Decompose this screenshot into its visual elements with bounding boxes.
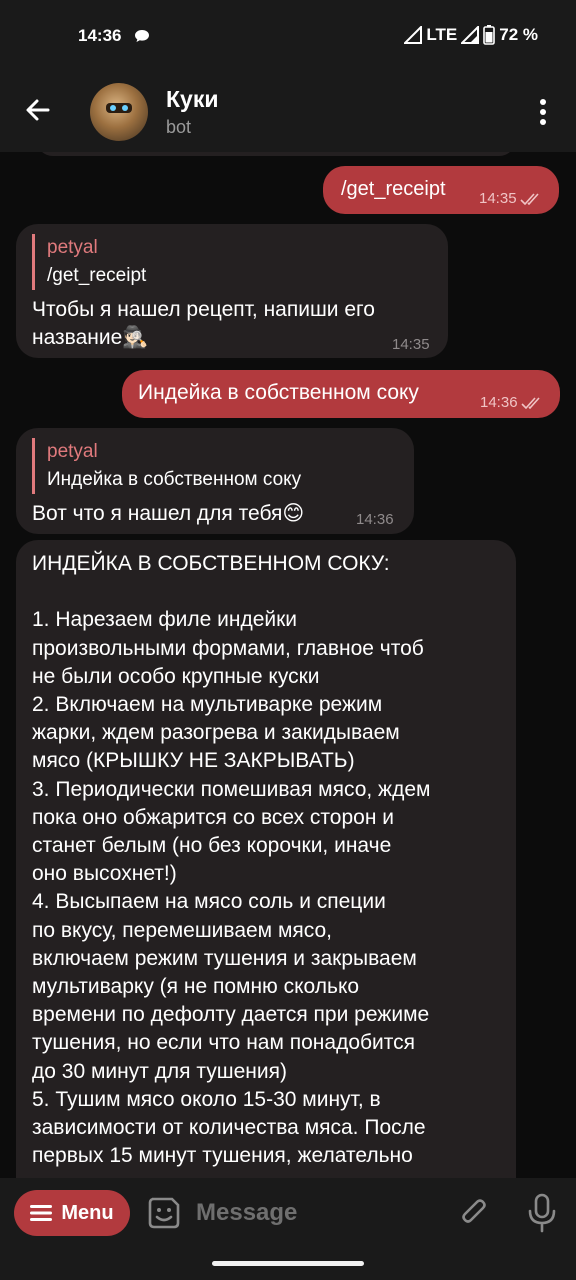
status-indicators: LTE 72 %: [404, 25, 538, 45]
chat-area[interactable]: /get_receipt 14:35 petyal /get_receipt Ч…: [0, 152, 576, 1178]
network-type: LTE: [426, 25, 458, 44]
previous-message-edge: [36, 152, 516, 156]
back-arrow-icon[interactable]: [20, 92, 56, 128]
chat-title[interactable]: Куки: [166, 86, 218, 113]
message-time: 14:36: [356, 511, 394, 528]
reply-text: Индейка в собственном соку: [47, 469, 302, 490]
message-time: 14:36: [480, 394, 543, 411]
outgoing-message[interactable]: /get_receipt 14:35: [323, 166, 559, 214]
bot-menu-button[interactable]: Menu: [14, 1190, 130, 1236]
system-navigation-bar: [0, 1248, 576, 1280]
reply-quote[interactable]: petyal /get_receipt: [32, 234, 146, 290]
battery-percent: 72 %: [499, 25, 538, 44]
message-time: 14:35: [479, 190, 542, 207]
status-time: 14:36: [78, 26, 122, 45]
reply-sender: petyal: [47, 237, 98, 258]
chat-subtitle: bot: [166, 117, 192, 137]
message-time: 14:35: [392, 336, 430, 353]
lte-signal-icon: [404, 26, 423, 44]
avatar[interactable]: [90, 83, 148, 141]
battery-icon: [483, 25, 496, 45]
message-text-line: Чтобы я нашел рецепт, напиши его: [32, 298, 375, 321]
robot-face: [106, 103, 132, 113]
reply-quote[interactable]: petyal Индейка в собственном соку: [32, 438, 301, 494]
double-check-icon: [519, 192, 539, 205]
signal-icon: [461, 26, 480, 44]
chat-header: Куки bot: [0, 72, 576, 152]
home-gesture-pill[interactable]: [212, 1261, 364, 1266]
status-bar: 14:36 LTE 72 %: [0, 0, 576, 72]
outgoing-message[interactable]: Индейка в собственном соку 14:36: [122, 370, 560, 418]
recipe-text: ИНДЕЙКА В СОБСТВЕННОМ СОКУ: 1. Нарезаем …: [32, 552, 431, 1168]
more-vert-icon[interactable]: [533, 98, 553, 126]
hamburger-icon: [30, 1205, 53, 1221]
microphone-icon[interactable]: [526, 1193, 558, 1233]
reply-text: /get_receipt: [47, 265, 147, 286]
message-icon: [135, 30, 149, 42]
message-text: Вот что я нашел для тебя😊: [32, 502, 305, 525]
double-check-icon: [520, 396, 540, 409]
message-text-line: название🕵🏻: [32, 326, 149, 349]
incoming-message[interactable]: petyal /get_receipt Чтобы я нашел рецепт…: [16, 224, 448, 358]
menu-label: Menu: [61, 1201, 114, 1224]
message-text: /get_receipt: [341, 178, 446, 200]
incoming-message[interactable]: petyal Индейка в собственном соку Вот чт…: [16, 428, 414, 534]
message-input[interactable]: [196, 1198, 436, 1228]
message-text: Индейка в собственном соку: [138, 381, 419, 404]
sticker-icon[interactable]: [146, 1195, 182, 1231]
reply-sender: petyal: [47, 441, 98, 462]
paperclip-icon[interactable]: [456, 1195, 492, 1231]
message-composer: Menu: [0, 1178, 576, 1248]
